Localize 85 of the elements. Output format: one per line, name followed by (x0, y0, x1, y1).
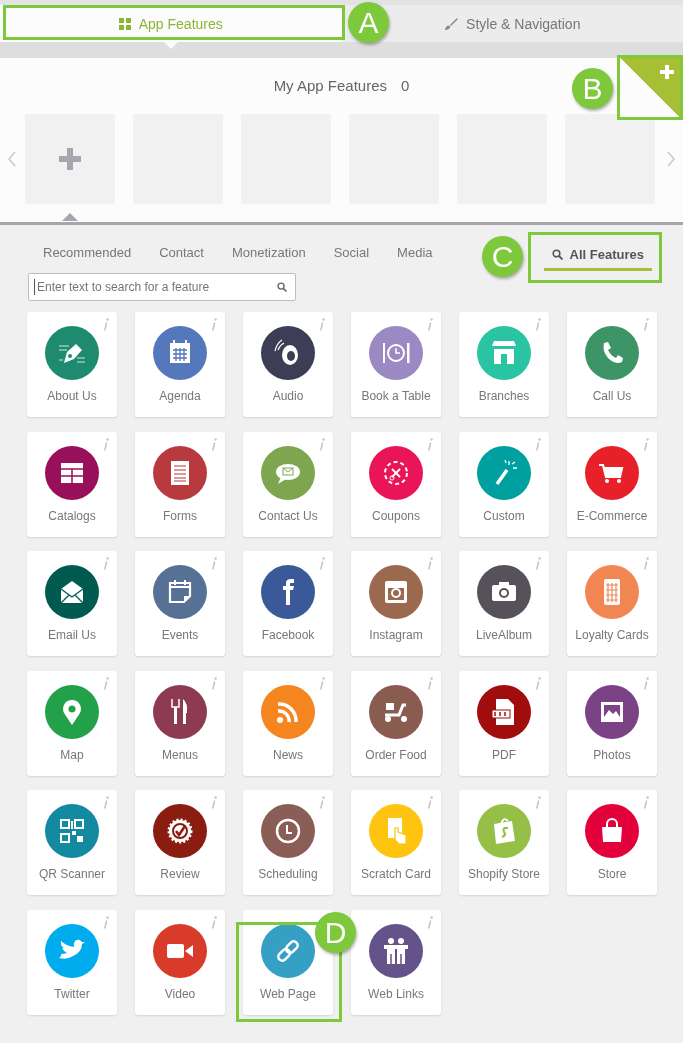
info-icon[interactable] (211, 318, 217, 331)
feature-card[interactable]: Photos (567, 670, 657, 776)
info-icon[interactable] (319, 318, 325, 331)
info-icon[interactable] (211, 915, 217, 929)
feature-card[interactable]: E-Commerce (567, 431, 657, 537)
info-icon[interactable] (319, 557, 325, 570)
feature-card[interactable]: Facebook (243, 551, 333, 656)
brush-icon (444, 16, 459, 31)
feature-card[interactable]: LiveAlbum (459, 551, 549, 656)
feature-card[interactable]: Scratch Card (351, 790, 441, 895)
info-icon[interactable] (535, 437, 541, 451)
search-field[interactable]: Enter text to search for a feature (28, 273, 296, 301)
category-tab[interactable]: Media (397, 240, 433, 264)
info-icon[interactable] (211, 437, 217, 451)
feature-card[interactable]: Custom (459, 431, 549, 537)
info-icon[interactable] (643, 676, 649, 690)
feature-card[interactable]: Loyalty Cards (567, 551, 657, 656)
category-tab[interactable]: Contact (159, 240, 204, 264)
info-icon[interactable] (427, 676, 433, 690)
search-icon (551, 249, 563, 260)
feature-card[interactable]: Call Us (567, 312, 657, 417)
feature-card[interactable]: Events (135, 551, 225, 656)
feature-card[interactable]: Coupons (351, 431, 441, 537)
callout-marker: C (482, 236, 523, 277)
feature-card[interactable]: Web Links (351, 909, 441, 1015)
info-icon[interactable] (103, 557, 109, 570)
category-tab[interactable]: Monetization (231, 240, 306, 264)
highlight-frame (617, 55, 683, 120)
feature-card[interactable]: Book a Table (351, 312, 441, 417)
feature-card[interactable]: QR Scanner (27, 790, 117, 895)
info-icon[interactable] (319, 676, 325, 690)
feature-count: 0 (401, 77, 410, 94)
info-icon[interactable] (211, 676, 217, 690)
search-icon (277, 282, 287, 292)
category-tab[interactable]: All Features (543, 243, 652, 271)
feature-card[interactable]: Contact Us (243, 431, 333, 537)
info-icon[interactable] (103, 676, 109, 690)
info-icon[interactable] (427, 318, 433, 331)
info-icon[interactable] (643, 318, 649, 331)
feature-card[interactable]: Forms (135, 431, 225, 537)
feature-card[interactable]: Audio (243, 312, 333, 417)
info-icon[interactable] (535, 318, 541, 331)
info-icon[interactable] (643, 437, 649, 451)
info-icon[interactable] (103, 796, 109, 809)
empty-slot[interactable] (565, 114, 655, 204)
info-icon[interactable] (643, 796, 649, 809)
feature-card[interactable]: Agenda (135, 312, 225, 417)
feature-card[interactable]: News (243, 670, 333, 776)
add-feature-button[interactable] (620, 58, 680, 117)
feature-card[interactable]: Branches (459, 312, 549, 417)
info-icon[interactable] (103, 915, 109, 929)
feature-card[interactable]: Review (135, 790, 225, 895)
feature-card[interactable]: Video (135, 909, 225, 1015)
feature-card[interactable]: Instagram (351, 551, 441, 656)
info-icon[interactable] (427, 557, 433, 570)
info-icon[interactable] (103, 437, 109, 451)
section-title: My App Features (273, 77, 387, 94)
grid-icon (118, 17, 131, 30)
feature-card[interactable]: Order Food (351, 670, 441, 776)
plus-icon (59, 148, 81, 170)
feature-card[interactable]: Store (567, 790, 657, 895)
info-icon[interactable] (211, 557, 217, 570)
info-icon[interactable] (427, 915, 433, 929)
info-icon[interactable] (319, 437, 325, 451)
category-tab[interactable]: Recommended (43, 240, 132, 264)
feature-card[interactable]: Email Us (27, 551, 117, 656)
feature-card[interactable]: Shopify Store (459, 790, 549, 895)
info-icon[interactable] (535, 557, 541, 570)
plus-icon (660, 65, 674, 79)
category-tab[interactable]: Social (333, 240, 370, 264)
info-icon[interactable] (427, 437, 433, 451)
info-icon[interactable] (103, 318, 109, 331)
feature-card[interactable]: About Us (27, 312, 117, 417)
feature-card[interactable]: PDF (459, 670, 549, 776)
feature-card[interactable]: Menus (135, 670, 225, 776)
info-icon[interactable] (211, 796, 217, 809)
info-icon[interactable] (319, 796, 325, 809)
feature-card[interactable]: Twitter (27, 909, 117, 1015)
feature-card[interactable]: Map (27, 670, 117, 776)
info-icon[interactable] (643, 557, 649, 570)
feature-card[interactable]: Catalogs (27, 431, 117, 537)
info-icon[interactable] (535, 676, 541, 690)
info-icon[interactable] (535, 796, 541, 809)
info-icon[interactable] (427, 796, 433, 809)
feature-card[interactable]: Scheduling (243, 790, 333, 895)
